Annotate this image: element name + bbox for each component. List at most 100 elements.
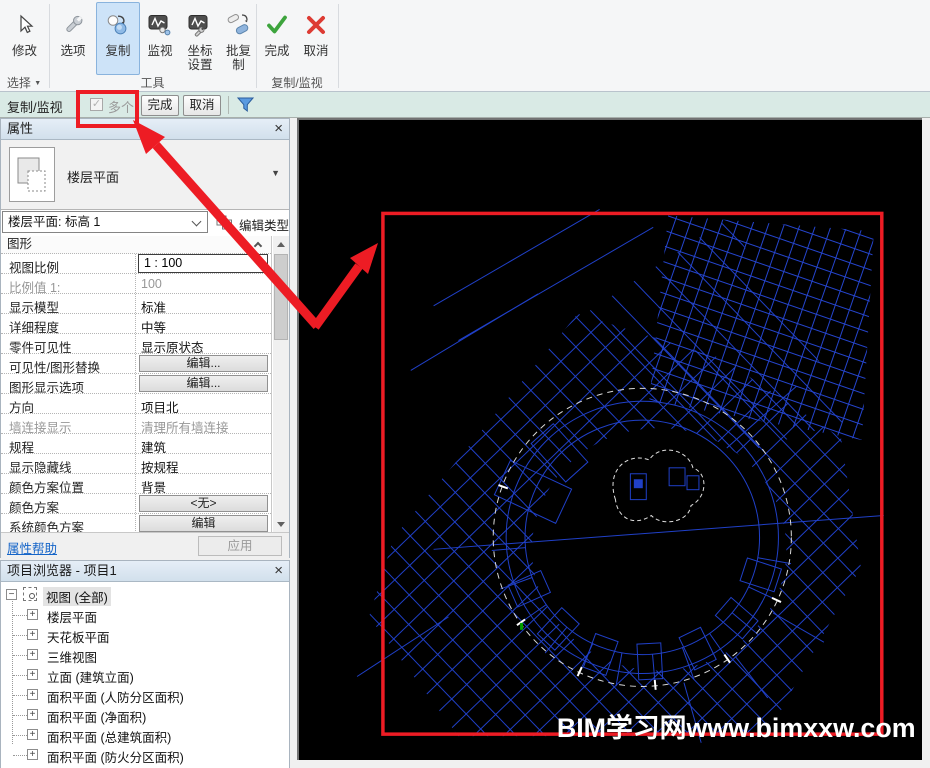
tree-item-label[interactable]: 面积平面 (总建筑面积) bbox=[47, 727, 171, 746]
property-row: 可见性/图形替换 编辑... bbox=[1, 354, 271, 375]
monitor-label: 监视 bbox=[147, 44, 173, 58]
batch-copy-label: 批复制 bbox=[225, 44, 251, 73]
chevron-down-icon: ▼ bbox=[34, 80, 42, 87]
tree-item-label[interactable]: 楼层平面 bbox=[47, 607, 97, 626]
copy-button[interactable]: 复制 bbox=[96, 2, 140, 75]
separator bbox=[76, 96, 77, 114]
tree-expand-icon[interactable]: + bbox=[27, 689, 38, 700]
edit-button[interactable]: 编辑 bbox=[139, 515, 268, 532]
tree-root-label[interactable]: 视图 (全部) bbox=[43, 587, 111, 606]
filter-icon[interactable] bbox=[236, 97, 255, 118]
type-selector[interactable]: 楼层平面 ▼ bbox=[1, 140, 289, 210]
property-row: 图形显示选项 编辑... bbox=[1, 374, 271, 395]
modify-button[interactable]: 修改 bbox=[2, 2, 47, 75]
drawing-viewport[interactable]: BIM学习网www.bimxxw.com bbox=[297, 118, 922, 760]
properties-scrollbar[interactable] bbox=[273, 236, 289, 532]
tree-item-label[interactable]: 面积平面 (净面积) bbox=[47, 707, 146, 726]
tree-expand-icon[interactable]: + bbox=[27, 729, 38, 740]
bottom-strip bbox=[290, 760, 930, 768]
tree-root-row[interactable]: − 视图 (全部) bbox=[1, 585, 289, 606]
properties-help-link[interactable]: 属性帮助 bbox=[7, 538, 57, 557]
edit-type-label[interactable]: 编辑类型 bbox=[239, 215, 289, 234]
options-button[interactable]: 选项 bbox=[52, 2, 94, 75]
right-strip bbox=[922, 118, 930, 768]
monitor-button[interactable]: 监视 bbox=[141, 2, 179, 75]
x-icon bbox=[299, 7, 333, 43]
finish-option-button[interactable]: 完成 bbox=[141, 95, 179, 116]
cancel-label: 取消 bbox=[303, 44, 329, 58]
tree-item[interactable]: + 面积平面 (防火分区面积) bbox=[1, 745, 289, 765]
finish-button[interactable]: 完成 bbox=[259, 2, 295, 75]
green-mark bbox=[520, 622, 524, 630]
section-graphics[interactable]: 图形 bbox=[1, 236, 271, 254]
batch-copy-icon bbox=[222, 7, 256, 43]
properties-panel: 属性 × 楼层平面 ▼ 楼层平面: 标高 1 编辑类型 图形 视图比例 1 : 1… bbox=[0, 118, 290, 558]
cancel-option-button[interactable]: 取消 bbox=[183, 95, 221, 116]
chevron-down-icon[interactable]: ▼ bbox=[271, 168, 280, 178]
tree-item[interactable]: + 面积平面 (人防分区面积) bbox=[1, 685, 289, 705]
tree-collapse-icon[interactable]: − bbox=[6, 589, 17, 600]
scroll-up-icon[interactable] bbox=[273, 236, 289, 252]
scroll-down-icon[interactable] bbox=[273, 516, 289, 532]
property-row: 颜色方案 <无> bbox=[1, 494, 271, 515]
tree-expand-icon[interactable]: + bbox=[27, 629, 38, 640]
close-icon[interactable]: × bbox=[274, 119, 283, 139]
property-grid: 图形 视图比例 1 : 100 比例值 1: 100 显示模型 标准 详细程度 中等 零… bbox=[1, 236, 272, 532]
check-icon bbox=[260, 7, 294, 43]
tree-expand-icon[interactable]: + bbox=[27, 709, 38, 720]
property-row: 墙连接显示 清理所有墙连接 bbox=[1, 414, 271, 435]
coordination-settings-button[interactable]: 坐标设置 bbox=[180, 2, 220, 75]
tree-expand-icon[interactable]: + bbox=[27, 609, 38, 620]
edit-button[interactable]: 编辑... bbox=[139, 355, 268, 372]
ribbon-separator bbox=[338, 4, 339, 88]
tree-item-label[interactable]: 面积平面 (防火分区面积) bbox=[47, 747, 184, 766]
scrollbar-thumb[interactable] bbox=[274, 254, 288, 340]
tree-expand-icon[interactable]: + bbox=[27, 749, 38, 760]
copy-label: 复制 bbox=[105, 44, 131, 58]
batch-copy-button[interactable]: 批复制 bbox=[221, 2, 256, 75]
property-label: 系统颜色方案 bbox=[9, 521, 85, 532]
tree-item[interactable]: + 立面 (建筑立面) bbox=[1, 665, 289, 685]
cancel-button[interactable]: 取消 bbox=[297, 2, 335, 75]
properties-title: 属性 bbox=[7, 121, 34, 136]
multiple-checkbox[interactable]: ✓ bbox=[90, 98, 103, 111]
tree-item-label[interactable]: 立面 (建筑立面) bbox=[47, 667, 134, 686]
apply-button[interactable]: 应用 bbox=[198, 536, 282, 556]
chevron-down-icon bbox=[191, 216, 202, 227]
tree-item[interactable]: + 面积平面 (净面积) bbox=[1, 705, 289, 725]
project-browser-header: 项目浏览器 - 项目1 × bbox=[1, 561, 289, 582]
finish-label: 完成 bbox=[264, 44, 290, 58]
type-name: 楼层平面 bbox=[67, 170, 120, 185]
property-row: 规程 建筑 bbox=[1, 434, 271, 455]
property-row: 视图比例 1 : 100 bbox=[1, 254, 271, 275]
property-row: 系统颜色方案 编辑 bbox=[1, 514, 271, 532]
edit-button[interactable]: 编辑... bbox=[139, 375, 268, 392]
tree-expand-icon[interactable]: + bbox=[27, 669, 38, 680]
close-icon[interactable]: × bbox=[274, 561, 283, 581]
tree-item-label[interactable]: 三维视图 bbox=[47, 647, 97, 666]
tree-item[interactable]: + 面积平面 (总建筑面积) bbox=[1, 725, 289, 745]
edit-type-icon[interactable] bbox=[216, 215, 234, 236]
floor-plan-type-icon bbox=[9, 147, 55, 202]
separator bbox=[228, 96, 229, 114]
tree-item-label[interactable]: 面积平面 (人防分区面积) bbox=[47, 687, 184, 706]
project-browser-title: 项目浏览器 - 项目1 bbox=[7, 563, 117, 578]
instance-row: 楼层平面: 标高 1 编辑类型 bbox=[1, 210, 289, 236]
panel-label-select[interactable]: 选择 ▼ bbox=[0, 76, 48, 90]
property-row: 显示隐藏线 按规程 bbox=[1, 454, 271, 475]
tree-item[interactable]: + 三维视图 bbox=[1, 645, 289, 665]
none-button[interactable]: <无> bbox=[139, 495, 268, 512]
project-browser-panel: 项目浏览器 - 项目1 × − 视图 (全部) + 楼层平面 + 天花板平面 + 三维… bbox=[0, 560, 290, 768]
property-row: 颜色方案位置 背景 bbox=[1, 474, 271, 495]
tree-expand-icon[interactable]: + bbox=[27, 649, 38, 660]
options-mode-label: 复制/监视 bbox=[7, 100, 63, 115]
tree-item[interactable]: + 楼层平面 bbox=[1, 605, 289, 625]
revit-window: 修改 选项 复制 监视 坐标设置 批复制 完成 取消 选择 ▼ 工具 复制/监视… bbox=[0, 0, 930, 768]
tree-item[interactable]: + 天花板平面 bbox=[1, 625, 289, 645]
options-bar: 复制/监视 ✓ 多个 完成 取消 bbox=[0, 92, 930, 118]
view-scale-input[interactable]: 1 : 100 bbox=[138, 254, 268, 273]
property-value: 100 bbox=[141, 277, 162, 291]
coordination-settings-label: 坐标设置 bbox=[187, 44, 213, 73]
view-instance-combobox[interactable]: 楼层平面: 标高 1 bbox=[2, 211, 208, 233]
tree-item-label[interactable]: 天花板平面 bbox=[47, 627, 110, 646]
